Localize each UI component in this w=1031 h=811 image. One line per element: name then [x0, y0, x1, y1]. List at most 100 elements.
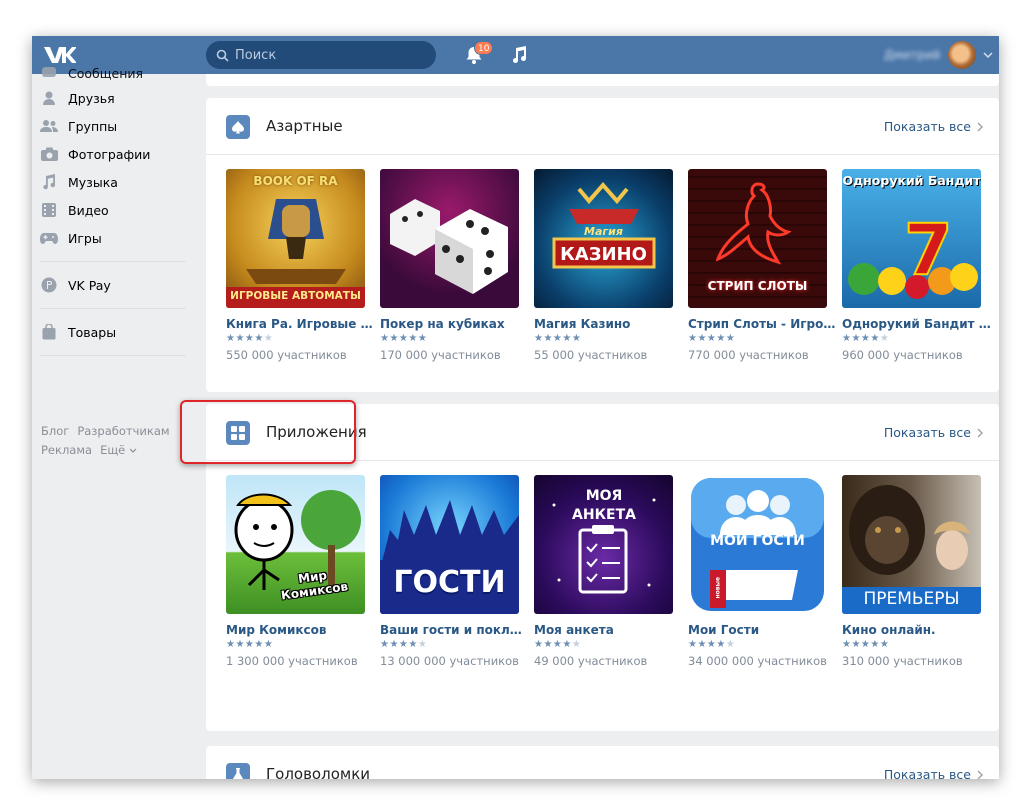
- app-name[interactable]: Стрип Слоты - Игров...: [688, 317, 838, 331]
- sidebar-item-vkpay[interactable]: VK Pay: [40, 272, 111, 298]
- thumb-bottom-text: ИГРОВЫЕ АВТОМАТЫ: [230, 290, 361, 302]
- rating-stars: ★★★★★: [842, 333, 890, 344]
- spade-icon: [226, 115, 250, 139]
- show-all-label: Показать все: [883, 119, 971, 134]
- thumb-top-text: МОЯ АНКЕТА: [572, 488, 636, 523]
- app-members: 550 000 участников: [226, 348, 347, 362]
- sidebar-divider: [40, 308, 186, 309]
- music-icon[interactable]: [510, 45, 528, 65]
- app-tile[interactable]: ПРЕМЬЕРЫ Кино онлайн. ★★★★★ 310 000 учас…: [842, 475, 982, 668]
- sidebar-item-label: VK Pay: [68, 277, 111, 293]
- app-name[interactable]: Кино онлайн.: [842, 623, 992, 637]
- thumb-ribbon-text: новые: [714, 576, 722, 599]
- sidebar-item-label: Игры: [68, 230, 102, 246]
- app-tile[interactable]: Магия КАЗИНО Магия Казино ★★★★★ 55 000 у…: [534, 169, 674, 362]
- app-tile[interactable]: 7 Однорукий Бандит Однорукий Бандит - ..…: [842, 169, 992, 362]
- fruits-icon: 7: [848, 208, 978, 299]
- footer-link-blog[interactable]: Блог: [41, 424, 69, 438]
- sidebar-item-photos[interactable]: Фотографии: [40, 141, 150, 167]
- section-gambling: Азартные Показать все BOOK OF RA ИГРОВЫЕ…: [206, 98, 999, 392]
- rating-stars: ★★★★★: [688, 333, 736, 344]
- section-header: Головоломки Показать все: [206, 746, 999, 779]
- user-name[interactable]: Дмитрий: [884, 48, 940, 62]
- flask-icon: [226, 763, 250, 779]
- left-sidebar: Сообщения Друзья Группы Фотографии Музык…: [32, 66, 202, 779]
- app-tile[interactable]: BOOK OF RA ИГРОВЫЕ АВТОМАТЫ Книга Ра. Иг…: [226, 169, 376, 362]
- app-tile[interactable]: СТРИП СЛОТЫ Стрип Слоты - Игров... ★★★★★…: [688, 169, 838, 362]
- app-name[interactable]: Ваши гости и поклон...: [380, 623, 530, 637]
- show-all-label: Показать все: [883, 425, 971, 440]
- app-name[interactable]: Книга Ра. Игровые а...: [226, 317, 376, 331]
- app-tile[interactable]: МОИ ГОСТИ новые Мои Гости ★★★★★ 34 000 0…: [688, 475, 828, 668]
- footer-link-more[interactable]: Ещё: [100, 443, 137, 457]
- app-members: 170 000 участников: [380, 348, 501, 362]
- chevron-right-icon: [977, 428, 983, 437]
- browser-window: 10 Дмитрий Сообщения Друзья Группы: [32, 36, 999, 779]
- vk-logo-icon[interactable]: [42, 44, 76, 66]
- sidebar-item-label: Музыка: [68, 174, 118, 190]
- rating-stars: ★★★★★: [380, 639, 428, 650]
- sidebar-item-groups[interactable]: Группы: [40, 113, 117, 139]
- film-icon: [40, 201, 58, 219]
- chevron-right-icon: [977, 122, 983, 131]
- app-thumbnail: СТРИП СЛОТЫ: [688, 169, 827, 308]
- app-thumbnail: [380, 169, 519, 308]
- rating-stars: ★★★★★: [842, 639, 890, 650]
- show-all-link[interactable]: Показать все: [884, 119, 983, 134]
- group-icon: [40, 117, 58, 135]
- search-bar[interactable]: [206, 41, 436, 69]
- rating-stars: ★★★★★: [226, 333, 274, 344]
- app-members: 770 000 участников: [688, 348, 809, 362]
- rating-stars: ★★★★★: [534, 639, 582, 650]
- sidebar-item-video[interactable]: Видео: [40, 197, 109, 223]
- gamepad-icon: [40, 229, 58, 247]
- app-thumbnail: 7 Однорукий Бандит: [842, 169, 981, 308]
- search-icon: [216, 49, 229, 62]
- app-tile[interactable]: Покер на кубиках ★★★★★ 170 000 участнико…: [380, 169, 520, 362]
- avatar[interactable]: [948, 41, 976, 69]
- notifications-badge: 10: [474, 41, 494, 55]
- footer-link-developers[interactable]: Разработчикам: [77, 424, 169, 438]
- footer-link-ads[interactable]: Реклама: [41, 443, 92, 457]
- section-header: Приложения Показать все: [206, 404, 999, 461]
- app-name[interactable]: Магия Казино: [534, 317, 684, 331]
- chevron-down-icon: [129, 448, 137, 453]
- sidebar-footer-row-2: Реклама Ещё: [41, 443, 137, 457]
- casino-emblem-icon: [552, 181, 656, 269]
- app-members: 1 300 000 участников: [226, 654, 358, 668]
- sidebar-item-friends[interactable]: Друзья: [40, 85, 115, 111]
- search-input[interactable]: [235, 47, 425, 63]
- thumb-top-text: BOOK OF RA: [253, 174, 338, 188]
- rating-stars: ★★★★★: [534, 333, 582, 344]
- app-tile[interactable]: МОЯ АНКЕТА Моя анкета ★★★★★ 49 000 участ…: [534, 475, 674, 668]
- sidebar-item-label: Группы: [68, 118, 118, 134]
- sidebar-item-music[interactable]: Музыка: [40, 169, 118, 195]
- message-icon: [40, 66, 58, 80]
- sidebar-item-label: Видео: [68, 202, 109, 218]
- app-members: 960 000 участников: [842, 348, 963, 362]
- app-name[interactable]: Мои Гости: [688, 623, 838, 637]
- sidebar-item-messages[interactable]: Сообщения: [40, 66, 143, 80]
- main-content: Азартные Показать все BOOK OF RA ИГРОВЫЕ…: [206, 74, 999, 779]
- app-tile[interactable]: Мир Комиксов Мир Комиксов ★★★★★ 1 300 00…: [226, 475, 366, 668]
- show-all-link[interactable]: Показать все: [884, 767, 983, 779]
- thumb-bottom-text: ПРЕМЬЕРЫ: [863, 589, 960, 609]
- vkpay-icon: [40, 276, 58, 294]
- app-tile[interactable]: ГОСТИ Ваши гости и поклон... ★★★★★ 13 00…: [380, 475, 530, 668]
- app-name[interactable]: Однорукий Бандит - ...: [842, 317, 992, 331]
- section-title: Головоломки: [266, 765, 370, 779]
- sidebar-item-goods[interactable]: Товары: [40, 319, 116, 345]
- sidebar-item-games[interactable]: Игры: [40, 225, 102, 251]
- app-members: 13 000 000 участников: [380, 654, 519, 668]
- app-name[interactable]: Моя анкета: [534, 623, 684, 637]
- music-note-icon: [40, 173, 58, 191]
- section-header: Азартные Показать все: [206, 98, 999, 155]
- chevron-down-icon[interactable]: [983, 51, 993, 59]
- app-name[interactable]: Покер на кубиках: [380, 317, 530, 331]
- app-name[interactable]: Мир Комиксов: [226, 623, 376, 637]
- app-thumbnail: Мир Комиксов: [226, 475, 365, 614]
- show-all-link[interactable]: Показать все: [884, 425, 983, 440]
- chevron-right-icon: [977, 770, 983, 779]
- section-title: Азартные: [266, 117, 343, 135]
- thumb-top-text: Однорукий Бандит: [842, 173, 981, 188]
